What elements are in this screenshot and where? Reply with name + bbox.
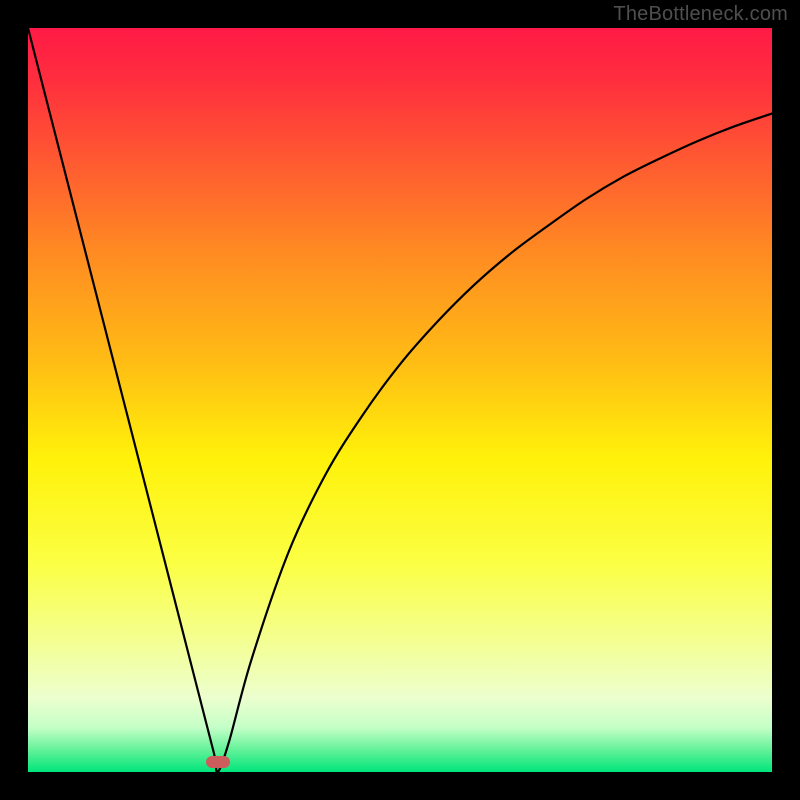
gradient-background <box>28 28 772 772</box>
gradient-rect <box>28 28 772 772</box>
min-marker <box>206 756 230 768</box>
chart-frame: TheBottleneck.com <box>0 0 800 800</box>
watermark-text: TheBottleneck.com <box>613 3 788 26</box>
plot-area <box>28 28 772 772</box>
